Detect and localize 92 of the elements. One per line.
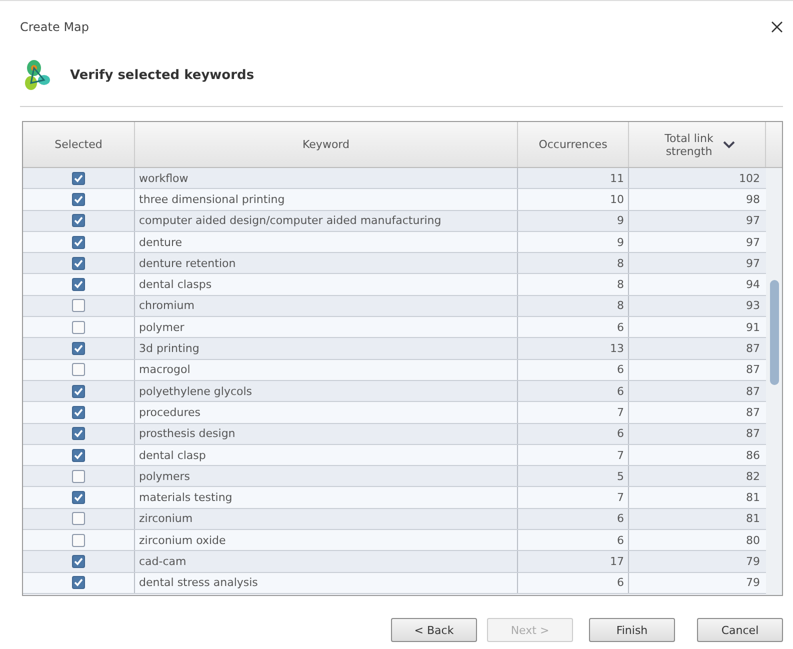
- checkbox[interactable]: [72, 256, 85, 270]
- link-strength-cell-text: 87: [745, 341, 761, 358]
- occurrences-cell: 9: [518, 210, 629, 231]
- column-header[interactable]: Occurrences: [518, 122, 629, 167]
- keyword-cell: dental stress analysis: [135, 572, 518, 593]
- dialog-button[interactable]: Cancel: [697, 618, 783, 642]
- checkbox[interactable]: [72, 491, 85, 504]
- keyword-cell: dental clasp: [135, 444, 518, 466]
- keyword-cell: workflow: [135, 168, 518, 188]
- link-strength-cell-text: 97: [745, 256, 761, 272]
- link-strength-cell-text: 81: [745, 511, 761, 528]
- checkbox[interactable]: [72, 342, 85, 356]
- link-strength-cell-text: 86: [745, 448, 761, 464]
- checkbox[interactable]: [72, 363, 85, 376]
- map-logo-icon: [22, 58, 52, 92]
- checkbox[interactable]: [72, 554, 85, 568]
- link-strength-cell-text: 79: [745, 554, 761, 570]
- link-strength-cell-text: 97: [745, 234, 761, 251]
- keyword-cell: 3d printing: [135, 338, 518, 359]
- close-icon[interactable]: [771, 20, 783, 32]
- page-heading: Verify selected keywords: [70, 68, 254, 82]
- keyword-cell: polymer: [135, 317, 518, 338]
- checkbox[interactable]: [72, 384, 85, 398]
- link-strength-cell-text: 79: [745, 575, 761, 592]
- checkbox[interactable]: [72, 192, 85, 206]
- occurrences-cell: 6: [518, 572, 629, 593]
- link-strength-cell-text: 82: [745, 468, 761, 485]
- occurrences-cell: 6: [518, 317, 629, 338]
- keyword-cell: dental clasps: [135, 274, 518, 295]
- checkbox[interactable]: [72, 214, 85, 228]
- link-strength-cell-text: 81: [745, 490, 761, 506]
- occurrences-cell: 7: [518, 402, 629, 423]
- keyword-cell: three dimensional printing: [135, 189, 518, 210]
- occurrences-cell: 17: [518, 551, 629, 572]
- occurrences-cell: 6: [518, 424, 629, 444]
- dialog-button[interactable]: Finish: [589, 618, 675, 642]
- occurrences-cell: 6: [518, 360, 629, 380]
- keyword-cell: polyethylene glycols: [135, 380, 518, 402]
- keyword-cell: computer aided design/computer aided manufacturing: [135, 210, 518, 231]
- checkbox[interactable]: [72, 278, 85, 292]
- link-strength-cell-text: 87: [745, 384, 761, 400]
- keyword-cell: zirconium: [135, 508, 518, 530]
- occurrences-cell: 6: [518, 380, 629, 402]
- link-strength-cell-text: 97: [745, 213, 761, 230]
- link-strength-cell-text: 93: [745, 298, 761, 314]
- occurrences-cell: 11: [518, 168, 629, 188]
- keyword-cell: zirconium oxide: [135, 530, 518, 550]
- column-header[interactable]: Keyword: [135, 122, 518, 167]
- occurrences-cell: 9: [518, 232, 629, 252]
- keyword-cell: procedures: [135, 402, 518, 423]
- keyword-cell: materials testing: [135, 487, 518, 508]
- link-strength-cell-text: 87: [745, 362, 761, 378]
- occurrences-cell: 8: [518, 274, 629, 295]
- link-strength-cell-text: 87: [745, 404, 761, 421]
- occurrences-cell: 8: [518, 253, 629, 274]
- checkbox[interactable]: [72, 236, 85, 249]
- column-header[interactable]: Total link strength: [629, 122, 766, 167]
- link-strength-cell-text: 91: [745, 320, 761, 336]
- checkbox[interactable]: [72, 576, 85, 590]
- link-strength-cell-text: 94: [745, 277, 761, 294]
- link-strength-cell-text: 87: [745, 426, 761, 442]
- checkbox[interactable]: [72, 470, 85, 483]
- checkbox[interactable]: [72, 320, 85, 334]
- column-header[interactable]: Selected: [23, 122, 135, 167]
- occurrences-cell: 10: [518, 189, 629, 210]
- scrollbar-thumb[interactable]: [770, 280, 779, 385]
- occurrences-cell: 7: [518, 487, 629, 508]
- occurrences-cell: 7: [518, 444, 629, 466]
- checkbox[interactable]: [72, 512, 85, 526]
- occurrences-cell: 6: [518, 508, 629, 530]
- dialog-button[interactable]: < Back: [391, 618, 477, 642]
- keyword-cell: prosthesis design: [135, 424, 518, 444]
- keyword-cell: chromium: [135, 296, 518, 316]
- checkbox[interactable]: [72, 299, 85, 312]
- checkbox[interactable]: [72, 172, 85, 185]
- link-strength-cell-text: 80: [745, 532, 761, 549]
- occurrences-cell: 6: [518, 530, 629, 550]
- occurrences-cell: 8: [518, 296, 629, 316]
- keyword-cell: denture retention: [135, 253, 518, 274]
- window-title: Create Map: [20, 20, 90, 34]
- link-strength-cell-text: 102: [738, 170, 761, 187]
- link-strength-cell-text: 98: [745, 192, 761, 208]
- keyword-cell: polymers: [135, 466, 518, 486]
- checkbox[interactable]: [72, 406, 85, 419]
- keyword-cell: macrogol: [135, 360, 518, 380]
- keyword-cell: denture: [135, 232, 518, 252]
- checkbox[interactable]: [72, 534, 85, 547]
- occurrences-cell: 5: [518, 466, 629, 486]
- checkbox[interactable]: [72, 448, 85, 462]
- checkbox[interactable]: [72, 427, 85, 440]
- occurrences-cell: 13: [518, 338, 629, 359]
- keyword-cell: cad-cam: [135, 551, 518, 572]
